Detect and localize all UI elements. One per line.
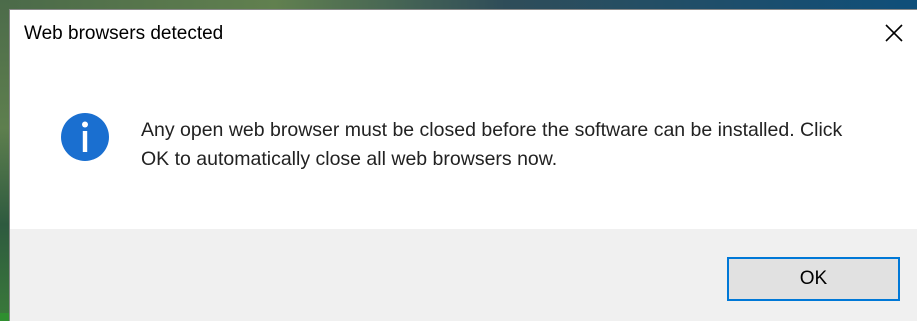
info-icon — [61, 113, 109, 161]
dialog-footer: OK — [10, 229, 917, 321]
ok-button[interactable]: OK — [727, 257, 900, 301]
close-button[interactable] — [871, 10, 917, 56]
message-dialog: Web browsers detected Any open web brows… — [9, 9, 917, 321]
ok-button-label: OK — [799, 268, 828, 289]
dialog-title: Web browsers detected — [24, 23, 224, 44]
dialog-content: Any open web browser must be closed befo… — [10, 56, 917, 229]
title-bar: Web browsers detected — [10, 10, 917, 56]
close-icon — [885, 24, 903, 42]
dialog-message: Any open web browser must be closed befo… — [141, 119, 843, 170]
